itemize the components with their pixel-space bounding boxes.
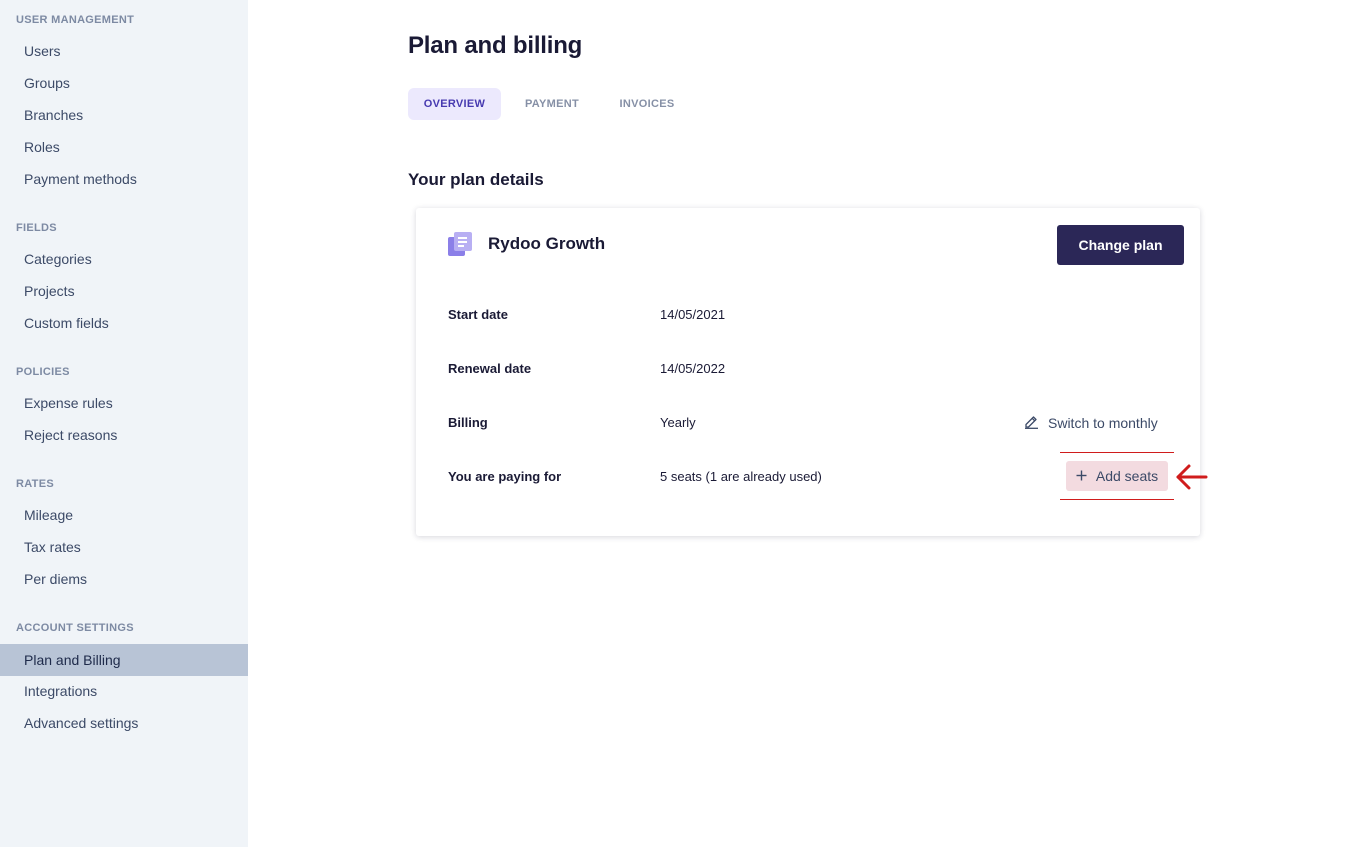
tab-overview[interactable]: OVERVIEW [408, 88, 501, 120]
sidebar-item-custom-fields[interactable]: Custom fields [0, 307, 248, 339]
sidebar-item-mileage[interactable]: Mileage [0, 499, 248, 531]
add-seats-label: Add seats [1095, 468, 1159, 484]
sidebar-item-integrations[interactable]: Integrations [0, 675, 248, 707]
sidebar-item-branches[interactable]: Branches [0, 99, 248, 131]
sidebar-section-rates: RATES [16, 478, 54, 490]
add-seats-button[interactable]: Add seats [1066, 461, 1168, 491]
billing-label: Billing [448, 415, 488, 430]
switch-to-monthly-link[interactable]: Switch to monthly [1024, 414, 1158, 432]
paying-for-value: 5 seats (1 are already used) [660, 469, 822, 484]
sidebar-item-categories[interactable]: Categories [0, 243, 248, 275]
billing-value: Yearly [660, 415, 696, 430]
renewal-date-value: 14/05/2022 [660, 361, 726, 376]
sidebar-item-advanced-settings[interactable]: Advanced settings [0, 707, 248, 739]
sidebar-section-account-settings: ACCOUNT SETTINGS [16, 622, 134, 634]
sidebar-item-reject-reasons[interactable]: Reject reasons [0, 419, 248, 451]
page-title: Plan and billing [408, 32, 583, 59]
sidebar-item-per-diems[interactable]: Per diems [0, 563, 248, 595]
change-plan-button[interactable]: Change plan [1057, 225, 1184, 265]
sidebar-item-plan-and-billing[interactable]: Plan and Billing [0, 644, 248, 676]
plan-card: Rydoo Growth Change plan Start date 14/0… [416, 208, 1208, 536]
sidebar-item-groups[interactable]: Groups [0, 67, 248, 99]
sidebar-item-users[interactable]: Users [0, 35, 248, 67]
sidebar-item-roles[interactable]: Roles [0, 131, 248, 163]
paying-for-label: You are paying for [448, 469, 562, 484]
sidebar-item-projects[interactable]: Projects [0, 275, 248, 307]
plus-icon [1076, 468, 1087, 484]
sidebar-section-policies: POLICIES [16, 366, 70, 378]
sidebar-item-payment-methods[interactable]: Payment methods [0, 163, 248, 195]
tab-payment[interactable]: PAYMENT [514, 88, 590, 120]
sidebar-section-fields: FIELDS [16, 222, 57, 234]
main-content: Plan and billing OVERVIEW PAYMENT INVOIC… [248, 0, 1362, 847]
switch-to-monthly-label: Switch to monthly [1048, 415, 1158, 431]
sidebar: USER MANAGEMENT Users Groups Branches Ro… [0, 0, 248, 847]
arrow-left-icon [1174, 462, 1208, 492]
plan-details-heading: Your plan details [408, 170, 544, 189]
start-date-label: Start date [448, 307, 508, 322]
sidebar-item-expense-rules[interactable]: Expense rules [0, 387, 248, 419]
sidebar-item-tax-rates[interactable]: Tax rates [0, 531, 248, 563]
renewal-date-label: Renewal date [448, 361, 532, 376]
plan-name: Rydoo Growth [488, 234, 606, 253]
start-date-value: 14/05/2021 [660, 307, 726, 322]
tab-invoices[interactable]: INVOICES [610, 88, 684, 120]
pencil-icon [1024, 414, 1039, 432]
sidebar-section-user-management: USER MANAGEMENT [16, 14, 135, 26]
document-stack-icon [448, 232, 472, 256]
